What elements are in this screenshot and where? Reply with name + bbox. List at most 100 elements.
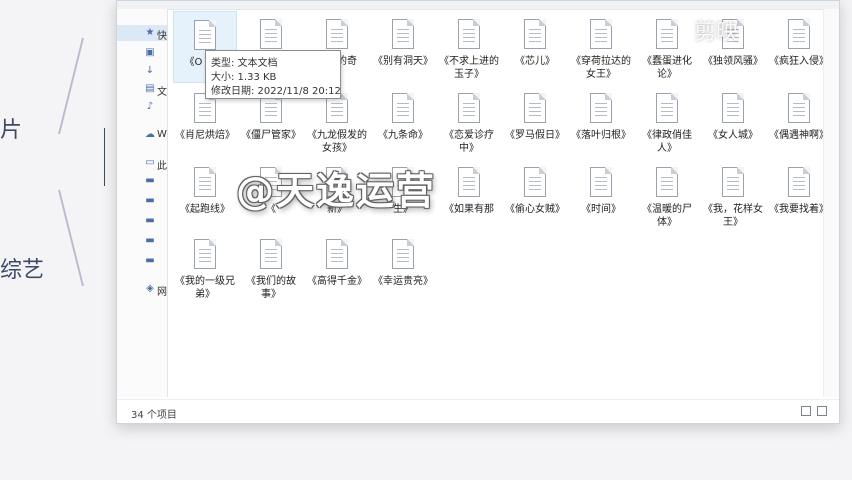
document-line — [265, 33, 277, 34]
document-line — [529, 107, 541, 108]
document-line — [529, 111, 541, 112]
file-item[interactable]: 《恋爱诊疗中》 — [437, 85, 501, 157]
download-icon: ↓ — [145, 65, 155, 76]
document-line — [265, 107, 277, 108]
document-line — [727, 111, 739, 112]
document-line — [331, 37, 343, 38]
document-line — [331, 249, 343, 250]
scrollbar-track[interactable] — [823, 9, 839, 397]
file-item[interactable]: 《九条命》 — [371, 85, 435, 157]
file-item[interactable]: 《律政俏佳人》 — [635, 85, 699, 157]
file-item[interactable]: 《别有洞天》 — [371, 11, 435, 83]
document-line — [199, 185, 211, 186]
document-line — [397, 107, 409, 108]
file-name: 《僵尸管家》 — [241, 130, 301, 141]
nav-item[interactable]: ↓ — [117, 63, 167, 79]
document-line — [331, 33, 343, 34]
nav-item[interactable]: ★ 快 — [117, 25, 167, 42]
file-item[interactable]: 《落叶归根》 — [569, 85, 633, 157]
music-icon: ♪ — [146, 101, 154, 112]
document-line — [199, 115, 211, 116]
file-name: 《罗马假日》 — [505, 130, 565, 141]
details-view-icon[interactable] — [801, 406, 811, 416]
nav-item-label: 快 — [157, 31, 167, 42]
nav-item[interactable]: ▬ — [117, 233, 167, 249]
file-item[interactable]: 《偶遇神啊》 — [767, 85, 831, 157]
file-name: 《蠢蛋进化论》 — [642, 56, 692, 80]
file-item[interactable]: 《我要找着》 — [767, 159, 831, 231]
text-document-icon — [194, 167, 216, 197]
text-document-icon — [524, 167, 546, 197]
file-item[interactable]: 《我的一级兄弟》 — [173, 231, 237, 303]
nav-item[interactable]: ▭ 此 — [117, 155, 167, 173]
nav-item[interactable]: ▬ — [117, 213, 167, 229]
document-line — [727, 181, 739, 182]
file-item[interactable]: 《高得千金》 — [305, 231, 369, 303]
file-item[interactable]: 《女人城》 — [701, 85, 765, 157]
item-count: 34 个项目 — [131, 410, 177, 421]
document-line — [661, 177, 673, 178]
file-item[interactable]: 《时间》 — [569, 159, 633, 231]
file-name: 《我们的故事》 — [246, 276, 296, 300]
file-item[interactable]: 《不求上进的玉子》 — [437, 11, 501, 83]
document-line — [595, 41, 607, 42]
file-item[interactable]: 《我，花样女王》 — [701, 159, 765, 231]
text-document-icon — [788, 167, 810, 197]
document-line — [463, 111, 475, 112]
nav-item[interactable]: ▬ — [117, 173, 167, 189]
file-item[interactable]: 《芯儿》 — [503, 11, 567, 83]
text-document-icon — [788, 93, 810, 123]
file-item[interactable]: 《幸运贵亮》 — [371, 231, 435, 303]
document-line — [397, 41, 409, 42]
document-line — [661, 41, 673, 42]
file-item[interactable]: 《起跑线》 — [173, 159, 237, 231]
nav-item[interactable]: ◈ 网 — [117, 281, 167, 299]
nav-item[interactable]: ▣ — [117, 45, 167, 61]
document-line — [199, 261, 211, 262]
image-icon: ▣ — [145, 47, 155, 58]
document-line — [265, 103, 277, 104]
document-line — [397, 249, 409, 250]
file-name: 《我要找着》 — [769, 204, 829, 215]
text-document-icon — [194, 239, 216, 269]
document-line — [463, 177, 475, 178]
document-line — [529, 41, 541, 42]
nav-item[interactable]: ▬ — [117, 193, 167, 209]
document-line — [727, 115, 739, 116]
drive-icon: ▬ — [145, 255, 155, 266]
file-item[interactable]: 《穿荷拉达的女王》 — [569, 11, 633, 83]
file-item[interactable]: 《疯狂入侵》 — [767, 11, 831, 83]
document-line — [529, 29, 541, 30]
document-line — [199, 42, 211, 43]
document-line — [793, 29, 805, 30]
document-line — [595, 111, 607, 112]
text-document-icon — [656, 93, 678, 123]
large-icons-view-icon[interactable] — [817, 406, 827, 416]
document-line — [661, 37, 673, 38]
document-line — [397, 37, 409, 38]
document-line — [595, 177, 607, 178]
document-line — [793, 115, 805, 116]
file-item[interactable]: 《如果有那 — [437, 159, 501, 231]
file-item[interactable]: 《罗马假日》 — [503, 85, 567, 157]
text-document-icon — [392, 93, 414, 123]
text-document-icon — [326, 19, 348, 49]
nav-item[interactable]: ▬ — [117, 253, 167, 269]
file-item[interactable]: 《温暖的尸体》 — [635, 159, 699, 231]
file-item[interactable]: 《蠢蛋进化论》 — [635, 11, 699, 83]
document-line — [331, 107, 343, 108]
document-line — [727, 103, 739, 104]
document-line — [661, 33, 673, 34]
nav-item[interactable]: ☁ W — [117, 127, 167, 143]
document-line — [793, 33, 805, 34]
nav-item[interactable]: ♪ — [117, 99, 167, 115]
document-line — [331, 253, 343, 254]
file-name: 《幸运贵亮》 — [373, 276, 433, 287]
document-line — [463, 185, 475, 186]
text-document-icon — [524, 19, 546, 49]
nav-item[interactable]: ▤ 文 — [117, 81, 167, 99]
file-name: 《肖尼烘焙》 — [175, 130, 235, 141]
file-item[interactable]: 《偷心女贼》 — [503, 159, 567, 231]
file-item[interactable]: 《我们的故事》 — [239, 231, 303, 303]
document-line — [397, 115, 409, 116]
